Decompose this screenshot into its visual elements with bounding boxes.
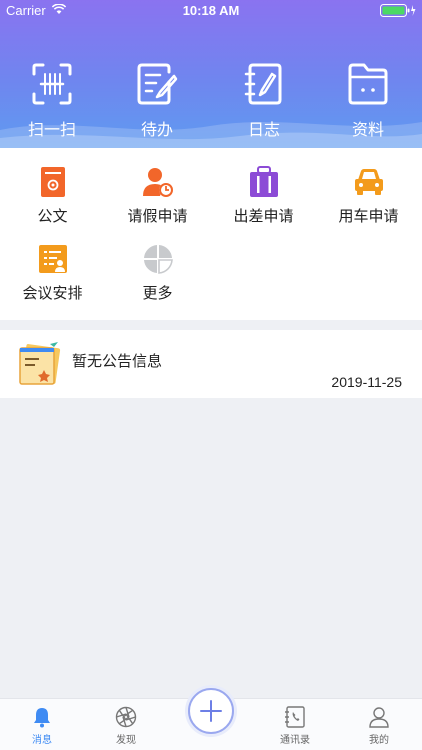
tab-discover-label: 发现 — [116, 735, 136, 746]
document-icon — [40, 167, 65, 197]
folder-action[interactable]: 资料 — [323, 62, 413, 140]
log-label: 日志 — [247, 120, 280, 139]
aperture-icon — [115, 706, 137, 728]
quick-actions: 扫一扫 待办 日志 资料 — [0, 62, 422, 142]
scan-icon — [32, 63, 72, 105]
leave-request-icon — [142, 168, 173, 197]
todo-label: 待办 — [140, 120, 173, 139]
scan-action[interactable]: 扫一扫 — [7, 62, 97, 140]
notice-title: 暂无公告信息 — [72, 352, 163, 370]
app-more[interactable]: 更多 — [105, 243, 210, 303]
more-icon — [143, 245, 173, 274]
app-business-trip-label: 出差申请 — [233, 207, 294, 225]
header: Carrier 10:18 AM 扫一扫 待办 日志 资料 — [0, 0, 422, 148]
battery-icon — [380, 4, 416, 17]
tab-profile-label: 我的 — [369, 735, 389, 746]
app-meeting-label: 会议安排 — [22, 284, 83, 302]
business-trip-icon — [249, 166, 278, 197]
tab-contacts-label: 通讯录 — [280, 735, 310, 746]
meeting-icon — [38, 245, 67, 273]
app-business-trip[interactable]: 出差申请 — [211, 166, 316, 226]
scan-label: 扫一扫 — [27, 120, 76, 139]
app-leave-request-label: 请假申请 — [127, 207, 188, 225]
bell-icon — [34, 708, 50, 728]
app-grid: 公文 请假申请 出差申请 用车申请 会议安排 更多 — [0, 148, 422, 320]
clock: 10:18 AM — [182, 3, 240, 18]
log-icon — [244, 63, 282, 105]
tab-profile[interactable]: 我的 — [349, 705, 409, 746]
notice-card[interactable]: 暂无公告信息 2019-11-25 — [0, 330, 422, 398]
car-request-icon — [354, 169, 383, 195]
todo-icon — [137, 63, 178, 105]
app-document[interactable]: 公文 — [0, 166, 105, 226]
tab-discover[interactable]: 发现 — [96, 705, 156, 746]
notice-date: 2019-11-25 — [331, 374, 402, 390]
notice-board-icon — [19, 342, 61, 385]
tab-messages-label: 消息 — [32, 735, 52, 746]
user-icon — [369, 707, 389, 728]
app-car-request[interactable]: 用车申请 — [316, 166, 421, 226]
log-action[interactable]: 日志 — [219, 62, 309, 140]
todo-action[interactable]: 待办 — [112, 62, 202, 140]
tab-contacts[interactable]: 通讯录 — [265, 705, 325, 746]
plus-icon — [200, 700, 222, 722]
tab-messages[interactable]: 消息 — [12, 705, 72, 746]
status-bar: Carrier 10:18 AM — [0, 0, 422, 22]
app-meeting[interactable]: 会议安排 — [0, 243, 105, 303]
app-leave-request[interactable]: 请假申请 — [105, 166, 210, 226]
app-more-label: 更多 — [142, 284, 173, 302]
folder-icon — [348, 63, 388, 105]
folder-label: 资料 — [351, 120, 384, 139]
add-button[interactable] — [188, 688, 234, 734]
app-car-request-label: 用车申请 — [338, 207, 399, 225]
app-document-label: 公文 — [37, 207, 68, 225]
contacts-icon — [285, 706, 305, 728]
